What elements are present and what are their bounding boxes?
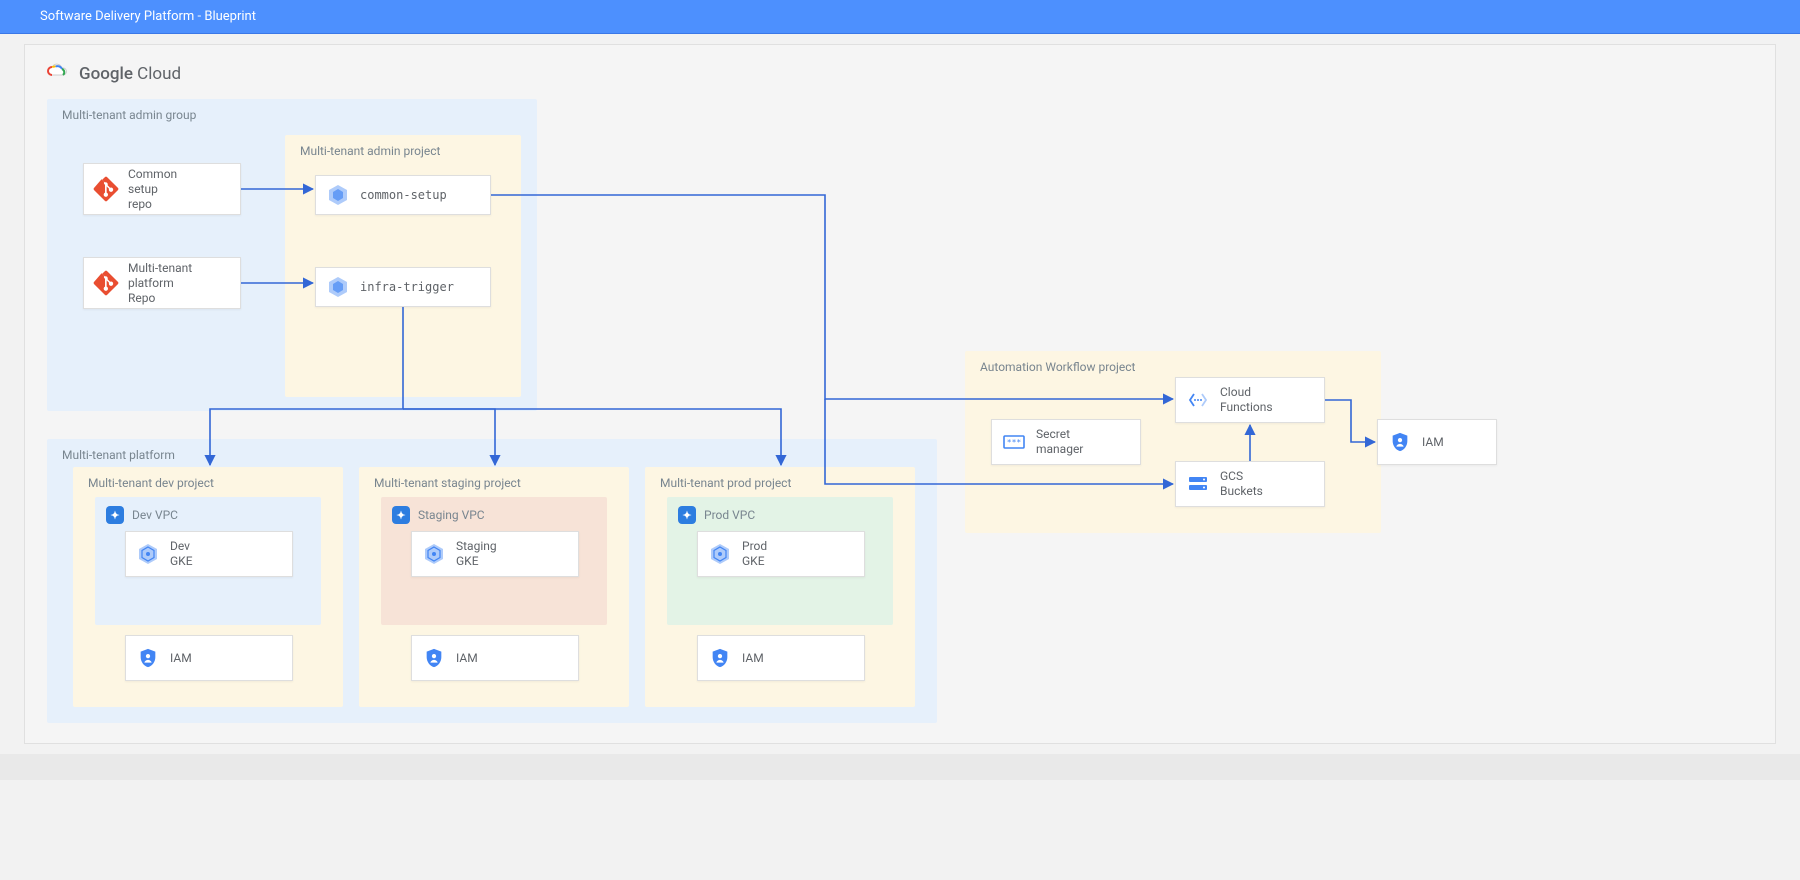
node-label: Prod GKE: [742, 539, 767, 569]
iam-icon: [1378, 420, 1422, 464]
diagram-canvas: Google Cloud Multi-tenant admin group Mu…: [24, 44, 1776, 744]
node-cloud-functions: Cloud Functions: [1175, 377, 1325, 423]
group-staging-vpc-title: ✦ Staging VPC: [392, 506, 485, 524]
node-label: IAM: [170, 651, 192, 666]
node-prod-gke: Prod GKE: [697, 531, 865, 577]
node-label: Dev GKE: [170, 539, 193, 569]
group-admin-project-title: Multi-tenant admin project: [300, 144, 440, 158]
node-label: Multi-tenant platform Repo: [128, 261, 192, 306]
gke-icon: [698, 532, 742, 576]
node-label: IAM: [742, 651, 764, 666]
node-label: GCS Buckets: [1220, 469, 1263, 499]
vpc-icon: ✦: [678, 506, 696, 524]
node-main-iam: IAM: [1377, 419, 1497, 465]
node-label: IAM: [456, 651, 478, 666]
node-label: infra-trigger: [360, 280, 454, 295]
node-dev-gke: Dev GKE: [125, 531, 293, 577]
footer-bar: [0, 754, 1800, 780]
group-prod-project-title: Multi-tenant prod project: [660, 476, 791, 490]
cloud-build-icon: [316, 268, 360, 306]
gcs-icon: [1176, 462, 1220, 506]
google-cloud-brand: Google Cloud: [45, 59, 181, 88]
node-prod-iam: IAM: [697, 635, 865, 681]
git-icon: [84, 258, 128, 308]
node-common-setup-repo: Common setup repo: [83, 163, 241, 215]
iam-icon: [698, 636, 742, 680]
iam-icon: [412, 636, 456, 680]
iam-icon: [126, 636, 170, 680]
google-cloud-logo-icon: [45, 59, 69, 88]
node-staging-gke: Staging GKE: [411, 531, 579, 577]
git-icon: [84, 164, 128, 214]
page-title-text: Software Delivery Platform - Blueprint: [40, 9, 256, 24]
group-dev-vpc-title: ✦ Dev VPC: [106, 506, 178, 524]
node-label: Common setup repo: [128, 167, 177, 212]
group-staging-project-title: Multi-tenant staging project: [374, 476, 521, 490]
group-dev-project-title: Multi-tenant dev project: [88, 476, 214, 490]
node-label: Cloud Functions: [1220, 385, 1273, 415]
cloud-functions-icon: [1176, 378, 1220, 422]
secret-manager-icon: ***: [992, 420, 1036, 464]
node-dev-iam: IAM: [125, 635, 293, 681]
top-bar: Software Delivery Platform - Blueprint: [0, 0, 1800, 34]
node-common-setup: common-setup: [315, 175, 491, 215]
node-staging-iam: IAM: [411, 635, 579, 681]
node-gcs-buckets: GCS Buckets: [1175, 461, 1325, 507]
node-label: Staging GKE: [456, 539, 497, 569]
node-label: common-setup: [360, 188, 447, 203]
svg-text:***: ***: [1007, 438, 1022, 447]
vpc-icon: ✦: [106, 506, 124, 524]
vpc-icon: ✦: [392, 506, 410, 524]
gke-icon: [412, 532, 456, 576]
cloud-build-icon: [316, 176, 360, 214]
node-label: Secret manager: [1036, 427, 1083, 457]
group-admin-title: Multi-tenant admin group: [62, 108, 196, 122]
group-prod-vpc-title: ✦ Prod VPC: [678, 506, 755, 524]
node-label: IAM: [1422, 435, 1444, 450]
brand-text: Google Cloud: [79, 64, 181, 84]
group-automation-title: Automation Workflow project: [980, 360, 1135, 374]
node-secret-manager: *** Secret manager: [991, 419, 1141, 465]
node-platform-repo: Multi-tenant platform Repo: [83, 257, 241, 309]
group-platform-title: Multi-tenant platform: [62, 448, 175, 462]
gke-icon: [126, 532, 170, 576]
node-infra-trigger: infra-trigger: [315, 267, 491, 307]
